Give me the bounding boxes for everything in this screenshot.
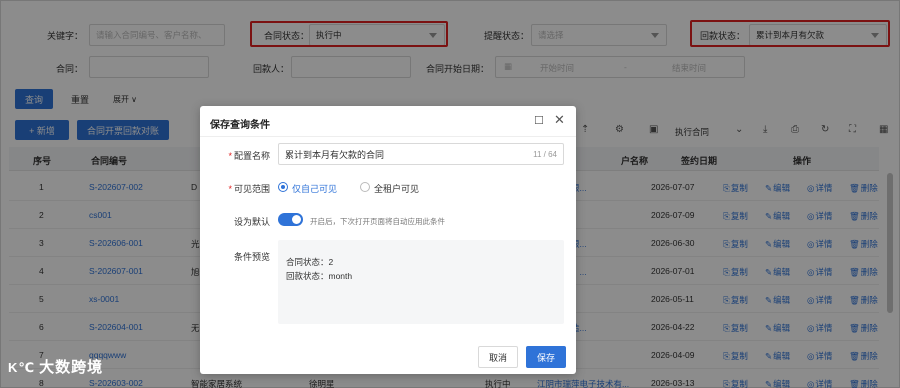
preview-line: 合同状态：2: [286, 257, 334, 267]
default-label: 设为默认: [233, 217, 270, 227]
char-counter: 11 / 64: [533, 150, 557, 159]
config-name-value: 累计到本月有欠款的合同: [285, 149, 385, 160]
close-icon[interactable]: ✕: [554, 112, 565, 128]
config-name-label: * 配置名称: [228, 151, 270, 161]
maximize-icon[interactable]: ☐: [534, 114, 544, 127]
default-hint: 开启后，下次打开页面将自动应用此条件: [310, 217, 445, 226]
save-query-dialog: 保存查询条件 ☐ ✕ * 配置名称 累计到本月有欠款的合同 11 / 64 * 可见…: [200, 106, 576, 374]
cancel-button[interactable]: 取消: [478, 346, 518, 368]
condition-preview: 合同状态：2 回款状态：month: [278, 240, 564, 324]
watermark-logo: K℃: [8, 360, 36, 375]
preview-label: 条件预览: [233, 252, 270, 262]
scope-self-label[interactable]: 仅自己可见: [292, 182, 337, 195]
divider: [200, 136, 576, 137]
preview-line: 回款状态：month: [286, 271, 353, 281]
scope-label: * 可见范围: [228, 184, 270, 194]
radio-all-tenant[interactable]: [360, 182, 370, 192]
radio-self-visible[interactable]: [278, 182, 288, 192]
dialog-title: 保存查询条件: [210, 120, 270, 131]
config-name-input[interactable]: 累计到本月有欠款的合同 11 / 64: [278, 143, 564, 165]
scope-all-label[interactable]: 全租户可见: [374, 182, 419, 195]
watermark: K℃ 大数跨境: [8, 359, 104, 376]
save-button[interactable]: 保存: [526, 346, 566, 368]
default-toggle[interactable]: [278, 213, 303, 226]
